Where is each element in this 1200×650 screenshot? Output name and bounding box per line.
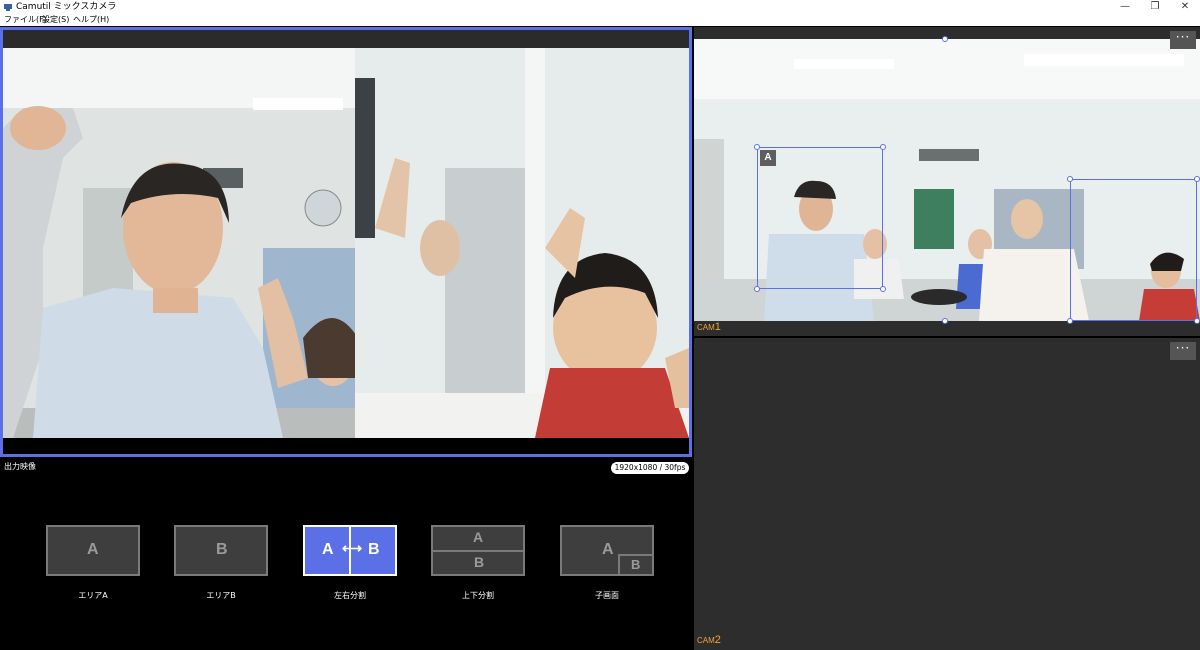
mode-area-b-button[interactable]: B (174, 525, 268, 576)
app-camera-icon (4, 4, 12, 11)
frame-edge-handle[interactable] (942, 36, 948, 42)
mode-area-a-button[interactable]: A (46, 525, 140, 576)
resize-handle[interactable] (1194, 176, 1200, 182)
maximize-button[interactable]: ❐ (1140, 0, 1170, 14)
mode-letter-b: B (368, 541, 380, 558)
output-preview (0, 27, 692, 457)
area-a-tag: A (760, 150, 776, 166)
mode-caption-top-bottom: 上下分割 (462, 591, 494, 600)
window-title: Camutil ミックスカメラ (16, 2, 117, 12)
output-video-area-a (3, 48, 355, 438)
minimize-button[interactable]: — (1110, 0, 1140, 14)
mode-picture-in-picture-button[interactable]: A B (560, 525, 654, 576)
resize-handle[interactable] (754, 144, 760, 150)
menu-bar: ファイル(F) 設定(S) ヘルプ(H) (0, 14, 1200, 26)
output-video-area-b (355, 48, 689, 438)
area-a-selection-box[interactable]: A (754, 144, 886, 292)
swap-arrows-icon: ⟷ (342, 540, 363, 556)
mode-caption-area-a: エリアA (78, 591, 108, 600)
mode-letter-b: B (216, 541, 228, 558)
menu-settings[interactable]: 設定(S) (42, 14, 69, 26)
mode-letter-a: A (87, 541, 99, 558)
menu-help[interactable]: ヘルプ(H) (73, 14, 109, 26)
mode-letter-b: B (474, 554, 485, 570)
resize-handle[interactable] (754, 286, 760, 292)
sub-screen-box: B (618, 554, 652, 574)
cam1-label: CAM1 (697, 321, 721, 333)
resize-handle[interactable] (1194, 318, 1200, 324)
resize-handle[interactable] (1067, 318, 1073, 324)
resolution-badge: 1920x1080 / 30fps (611, 462, 689, 474)
cam1-label-number: 1 (714, 321, 721, 333)
mode-side-by-side-button[interactable]: A ⟷ B (303, 525, 397, 576)
mode-caption-area-b: エリアB (206, 591, 236, 600)
cam2-menu-button[interactable]: ··· (1170, 342, 1196, 360)
frame-edge-handle[interactable] (942, 318, 948, 324)
mode-letter-a: A (602, 541, 614, 558)
title-bar: Camutil ミックスカメラ — ❐ ✕ (0, 0, 1200, 14)
cam2-label-number: 2 (714, 634, 721, 646)
mode-caption-side-by-side: 左右分割 (334, 591, 366, 600)
mode-letter-a: A (322, 541, 334, 558)
resize-handle[interactable] (880, 144, 886, 150)
cam1-pane: ··· A CAM1 (694, 27, 1200, 336)
preview-top-strip (3, 30, 689, 48)
mode-letter-b: B (631, 557, 641, 572)
mode-top-bottom-button[interactable]: A B (431, 525, 525, 576)
output-label: 出力映像 (4, 462, 36, 471)
cam1-label-prefix: CAM (697, 323, 715, 332)
cam2-label-prefix: CAM (697, 636, 715, 645)
mode-letter-a: A (473, 529, 484, 545)
cam2-pane: ··· CAM2 (694, 338, 1200, 650)
cam1-menu-button[interactable]: ··· (1170, 31, 1196, 49)
resize-handle[interactable] (880, 286, 886, 292)
menu-file[interactable]: ファイル(F) (4, 14, 47, 26)
area-b-selection-box[interactable] (1067, 176, 1200, 324)
split-divider (433, 550, 523, 552)
cam2-label: CAM2 (697, 634, 721, 646)
close-button[interactable]: ✕ (1170, 0, 1200, 14)
mode-caption-picture-in-picture: 子画面 (595, 591, 619, 600)
resize-handle[interactable] (1067, 176, 1073, 182)
